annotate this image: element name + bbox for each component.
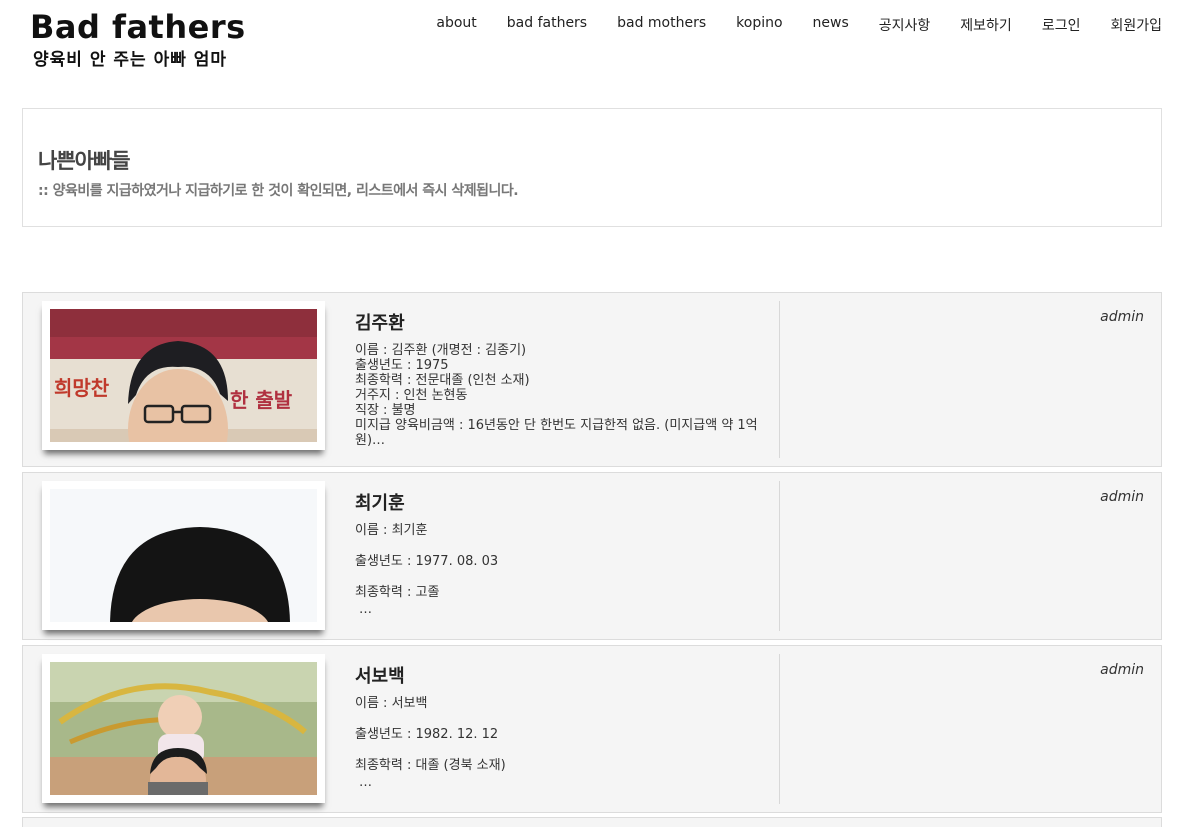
post-line: 최종학력 : 고졸 bbox=[355, 585, 440, 600]
nav-report[interactable]: 제보하기 bbox=[960, 15, 1012, 35]
post-thumbnail[interactable]: 희망찬 한 출발 bbox=[42, 301, 325, 450]
main-nav: about bad fathers bad mothers kopino new… bbox=[406, 15, 1162, 35]
post-content: 김주환 이름 : 김주환 (개명전 : 김종기) 출생년도 : 1975 최종학… bbox=[355, 309, 775, 448]
post-thumbnail[interactable] bbox=[42, 654, 325, 803]
post-line: 출생년도 : 1975 bbox=[355, 358, 449, 373]
photo-sign-left: 희망찬 bbox=[54, 376, 110, 400]
post-divider bbox=[779, 481, 780, 631]
site-header: Bad fathers 양육비 안 주는 아빠 엄마 about bad fat… bbox=[0, 0, 1200, 80]
post-line: 이름 : 최기훈 bbox=[355, 523, 428, 538]
post-photo bbox=[50, 662, 317, 795]
nav-notice[interactable]: 공지사항 bbox=[879, 15, 931, 35]
nav-login[interactable]: 로그인 bbox=[1042, 15, 1081, 35]
photo-sign-right: 한 출발 bbox=[230, 388, 293, 412]
post-content: 최기훈 이름 : 최기훈 출생년도 : 1977. 08. 03 최종학력 : … bbox=[355, 489, 775, 617]
nav-kopino[interactable]: kopino bbox=[736, 15, 782, 35]
post-line: 미지급 양육비금액 : 16년동안 단 한번도 지급한적 없음. (미지급액 약… bbox=[355, 418, 758, 448]
post-line: 직장 : 불명 bbox=[355, 403, 416, 418]
nav-news[interactable]: news bbox=[813, 15, 849, 35]
nav-bad-fathers[interactable]: bad fathers bbox=[507, 15, 587, 35]
site-subtitle: 양육비 안 주는 아빠 엄마 bbox=[33, 50, 228, 70]
post-line: 이름 : 김주환 (개명전 : 김종기) bbox=[355, 343, 527, 358]
post-item[interactable]: 서보백 이름 : 서보백 출생년도 : 1982. 12. 12 최종학력 : … bbox=[22, 645, 1162, 813]
nav-about[interactable]: about bbox=[436, 15, 476, 35]
post-line: 이름 : 서보백 bbox=[355, 696, 428, 711]
page-description: :: 양육비를 지급하였거나 지급하기로 한 것이 확인되면, 리스트에서 즉시… bbox=[38, 183, 519, 199]
post-item[interactable]: 희망찬 한 출발 김주환 이름 : 김주환 (개명전 : 김종기) 출생년도 :… bbox=[22, 292, 1162, 467]
post-more[interactable]: … bbox=[355, 775, 775, 790]
nav-signup[interactable]: 회원가입 bbox=[1110, 15, 1162, 35]
post-author[interactable]: admin bbox=[1100, 309, 1144, 325]
post-line: 거주지 : 인천 논현동 bbox=[355, 388, 468, 403]
post-item-partial bbox=[22, 817, 1162, 827]
post-line: 출생년도 : 1977. 08. 03 bbox=[355, 554, 499, 569]
post-divider bbox=[779, 654, 780, 804]
post-line: 출생년도 : 1982. 12. 12 bbox=[355, 727, 499, 742]
page-title: 나쁜아빠들 bbox=[38, 149, 131, 173]
post-name[interactable]: 서보백 bbox=[355, 662, 775, 688]
post-author[interactable]: admin bbox=[1100, 662, 1144, 678]
nav-bad-mothers[interactable]: bad mothers bbox=[617, 15, 706, 35]
post-content: 서보백 이름 : 서보백 출생년도 : 1982. 12. 12 최종학력 : … bbox=[355, 662, 775, 790]
post-divider bbox=[779, 301, 780, 458]
post-name[interactable]: 김주환 bbox=[355, 309, 775, 335]
post-name[interactable]: 최기훈 bbox=[355, 489, 775, 515]
post-thumbnail[interactable] bbox=[42, 481, 325, 630]
post-line: 최종학력 : 대졸 (경북 소재) bbox=[355, 758, 506, 773]
post-author[interactable]: admin bbox=[1100, 489, 1144, 505]
page-header-box: 나쁜아빠들 :: 양육비를 지급하였거나 지급하기로 한 것이 확인되면, 리스… bbox=[22, 108, 1162, 227]
post-more[interactable]: … bbox=[355, 602, 775, 617]
post-line: 최종학력 : 전문대졸 (인천 소재) bbox=[355, 373, 530, 388]
post-item[interactable]: 최기훈 이름 : 최기훈 출생년도 : 1977. 08. 03 최종학력 : … bbox=[22, 472, 1162, 640]
site-title[interactable]: Bad fathers bbox=[30, 8, 246, 46]
post-photo: 희망찬 한 출발 bbox=[50, 309, 317, 442]
post-photo bbox=[50, 489, 317, 622]
